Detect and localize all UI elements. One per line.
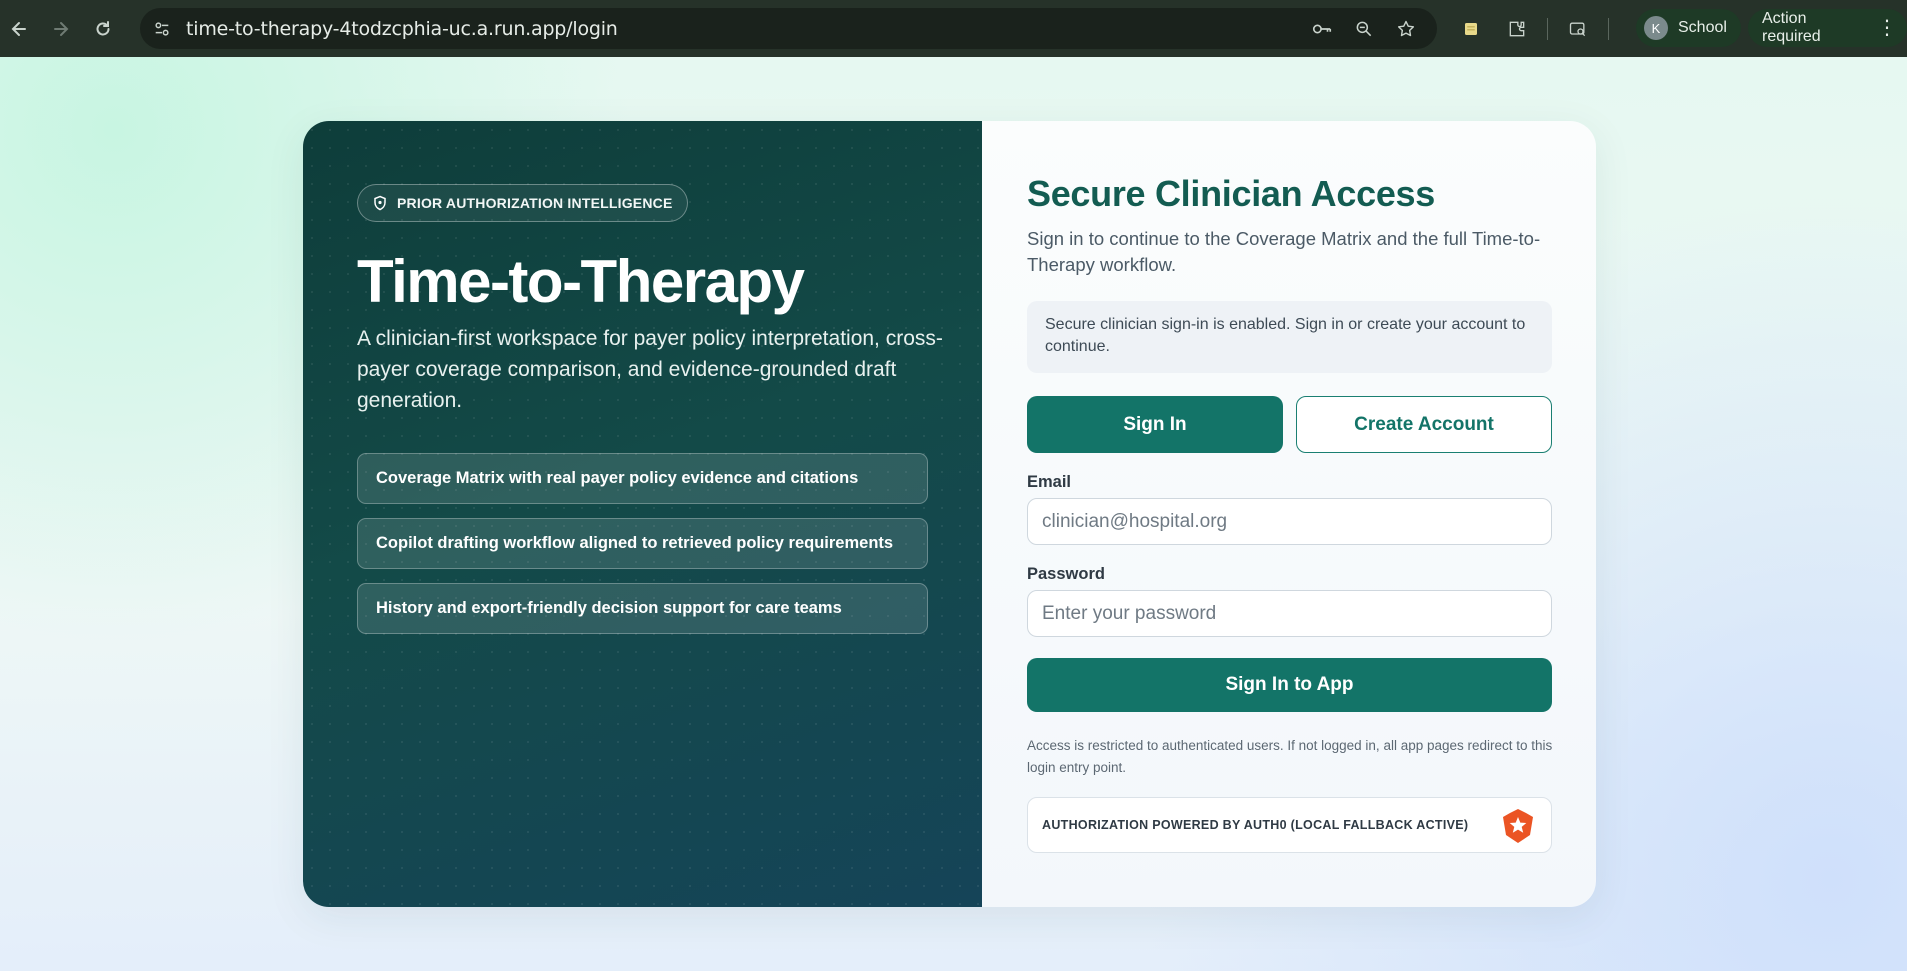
hero-badge: PRIOR AUTHORIZATION INTELLIGENCE: [357, 184, 688, 222]
tab-search-icon[interactable]: [1562, 13, 1594, 45]
feature-item: History and export-friendly decision sup…: [357, 583, 928, 634]
browser-toolbar: time-to-therapy-4todzcphia-uc.a.run.app/…: [0, 0, 1907, 57]
password-label: Password: [1027, 565, 1105, 583]
auth0-logo-icon: [1503, 809, 1533, 843]
signin-notice: Secure clinician sign-in is enabled. Sig…: [1027, 301, 1552, 373]
profile-button[interactable]: K School: [1636, 9, 1741, 47]
key-icon[interactable]: [1309, 16, 1335, 42]
address-bar[interactable]: time-to-therapy-4todzcphia-uc.a.run.app/…: [140, 8, 1437, 49]
forward-icon[interactable]: [46, 14, 76, 44]
star-icon[interactable]: [1393, 16, 1419, 42]
action-required-label: Action required: [1762, 10, 1821, 45]
avatar: K: [1644, 16, 1668, 40]
url-text[interactable]: time-to-therapy-4todzcphia-uc.a.run.app/…: [186, 18, 618, 40]
action-required-button[interactable]: Action required ⋮: [1748, 9, 1907, 47]
notes-extension-icon[interactable]: [1455, 13, 1487, 45]
hero-badge-label: PRIOR AUTHORIZATION INTELLIGENCE: [397, 195, 673, 211]
reload-icon[interactable]: [88, 14, 118, 44]
toolbar-separator: [1608, 18, 1609, 40]
toolbar-separator: [1547, 18, 1548, 40]
password-field-wrapper: [1027, 590, 1552, 637]
email-field[interactable]: [1042, 510, 1551, 533]
auth-provider-box: AUTHORIZATION POWERED BY AUTH0 (LOCAL FA…: [1027, 797, 1552, 853]
email-label: Email: [1027, 473, 1072, 491]
sign-in-submit-button[interactable]: Sign In to App: [1027, 658, 1552, 712]
login-subtitle: Sign in to continue to the Coverage Matr…: [1027, 228, 1541, 275]
hero-panel: PRIOR AUTHORIZATION INTELLIGENCE Time-to…: [303, 121, 982, 907]
shield-icon: [374, 195, 386, 211]
login-panel: Secure Clinician Access Sign in to conti…: [982, 121, 1596, 907]
login-title: Secure Clinician Access: [1027, 173, 1435, 214]
feature-item: Coverage Matrix with real payer policy e…: [357, 453, 928, 504]
extensions-icon[interactable]: [1501, 13, 1533, 45]
hero-description: A clinician-first workspace for payer po…: [357, 327, 943, 412]
login-page: PRIOR AUTHORIZATION INTELLIGENCE Time-to…: [0, 57, 1907, 971]
site-info-icon[interactable]: [148, 15, 176, 43]
create-account-tab-button[interactable]: Create Account: [1296, 396, 1552, 453]
profile-label: School: [1678, 19, 1727, 36]
feature-item: Copilot drafting workflow aligned to ret…: [357, 518, 928, 569]
zoom-icon[interactable]: [1351, 16, 1377, 42]
sign-in-tab-button[interactable]: Sign In: [1027, 396, 1283, 453]
access-fine-print: Access is restricted to authenticated us…: [1027, 738, 1553, 775]
more-menu-icon[interactable]: ⋮: [1877, 18, 1897, 38]
hero-title: Time-to-Therapy: [357, 248, 805, 315]
auth-provider-label: AUTHORIZATION POWERED BY AUTH0 (LOCAL FA…: [1042, 818, 1469, 832]
back-icon[interactable]: [4, 14, 34, 44]
login-card: PRIOR AUTHORIZATION INTELLIGENCE Time-to…: [303, 121, 1596, 907]
password-field[interactable]: [1042, 602, 1551, 625]
email-field-wrapper: [1027, 498, 1552, 545]
